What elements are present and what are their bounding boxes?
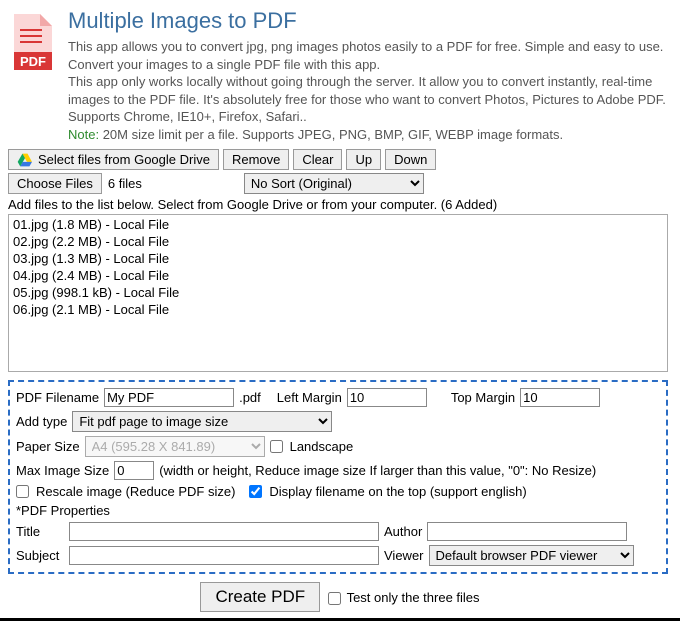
file-list-item[interactable]: 05.jpg (998.1 kB) - Local File xyxy=(13,285,663,302)
max-image-size-hint: (width or height, Reduce image size If l… xyxy=(159,463,596,478)
test-only-label: Test only the three files xyxy=(347,590,480,605)
gdrive-icon xyxy=(17,153,33,167)
clear-button[interactable]: Clear xyxy=(293,149,342,170)
display-filename-checkbox[interactable] xyxy=(249,485,262,498)
landscape-checkbox[interactable] xyxy=(270,440,283,453)
note-text: 20M size limit per a file. Supports JPEG… xyxy=(99,127,563,142)
title-label: Title xyxy=(16,524,64,539)
add-files-hint: Add files to the list below. Select from… xyxy=(8,197,672,212)
file-list[interactable]: 01.jpg (1.8 MB) - Local File 02.jpg (2.2… xyxy=(8,214,668,372)
viewer-label: Viewer xyxy=(384,548,424,563)
pdf-properties-header: *PDF Properties xyxy=(16,503,110,518)
landscape-label: Landscape xyxy=(290,439,354,454)
left-margin-label: Left Margin xyxy=(277,390,342,405)
note: Note: 20M size limit per a file. Support… xyxy=(68,126,672,144)
gdrive-button-label: Select files from Google Drive xyxy=(38,152,210,167)
file-list-item[interactable]: 04.jpg (2.4 MB) - Local File xyxy=(13,268,663,285)
subject-label: Subject xyxy=(16,548,64,563)
select-from-gdrive-button[interactable]: Select files from Google Drive xyxy=(8,149,219,170)
rescale-label: Rescale image (Reduce PDF size) xyxy=(36,484,235,499)
display-filename-label: Display filename on the top (support eng… xyxy=(269,484,526,499)
chosen-files-text: 6 files xyxy=(108,176,142,191)
max-image-size-input[interactable] xyxy=(114,461,154,480)
author-input[interactable] xyxy=(427,522,627,541)
pdf-icon: PDF xyxy=(8,12,58,72)
file-list-item[interactable]: 03.jpg (1.3 MB) - Local File xyxy=(13,251,663,268)
sort-select[interactable]: No Sort (Original) xyxy=(244,173,424,194)
rescale-checkbox[interactable] xyxy=(16,485,29,498)
svg-text:PDF: PDF xyxy=(20,54,46,69)
author-label: Author xyxy=(384,524,422,539)
subject-input[interactable] xyxy=(69,546,379,565)
options-panel: PDF Filename .pdf Left Margin Top Margin… xyxy=(8,380,668,574)
viewer-select[interactable]: Default browser PDF viewer xyxy=(429,545,634,566)
remove-button[interactable]: Remove xyxy=(223,149,289,170)
page-title: Multiple Images to PDF xyxy=(68,8,672,34)
pdf-extension: .pdf xyxy=(239,390,261,405)
paper-size-label: Paper Size xyxy=(16,439,80,454)
pdf-filename-label: PDF Filename xyxy=(16,390,99,405)
down-button[interactable]: Down xyxy=(385,149,436,170)
max-image-size-label: Max Image Size xyxy=(16,463,109,478)
create-pdf-button[interactable]: Create PDF xyxy=(200,582,320,612)
add-type-label: Add type xyxy=(16,414,67,429)
file-list-item[interactable]: 01.jpg (1.8 MB) - Local File xyxy=(13,217,663,234)
description-2: This app only works locally without goin… xyxy=(68,73,672,126)
title-input[interactable] xyxy=(69,522,379,541)
file-list-item[interactable]: 02.jpg (2.2 MB) - Local File xyxy=(13,234,663,251)
paper-size-select: A4 (595.28 X 841.89) xyxy=(85,436,265,457)
divider xyxy=(0,618,680,621)
left-margin-input[interactable] xyxy=(347,388,427,407)
test-only-checkbox[interactable] xyxy=(328,592,341,605)
top-margin-input[interactable] xyxy=(520,388,600,407)
choose-files-button[interactable]: Choose Files xyxy=(8,173,102,194)
file-list-item[interactable]: 06.jpg (2.1 MB) - Local File xyxy=(13,302,663,319)
top-margin-label: Top Margin xyxy=(451,390,515,405)
note-label: Note: xyxy=(68,127,99,142)
description-1: This app allows you to convert jpg, png … xyxy=(68,38,672,73)
pdf-filename-input[interactable] xyxy=(104,388,234,407)
add-type-select[interactable]: Fit pdf page to image size xyxy=(72,411,332,432)
up-button[interactable]: Up xyxy=(346,149,381,170)
